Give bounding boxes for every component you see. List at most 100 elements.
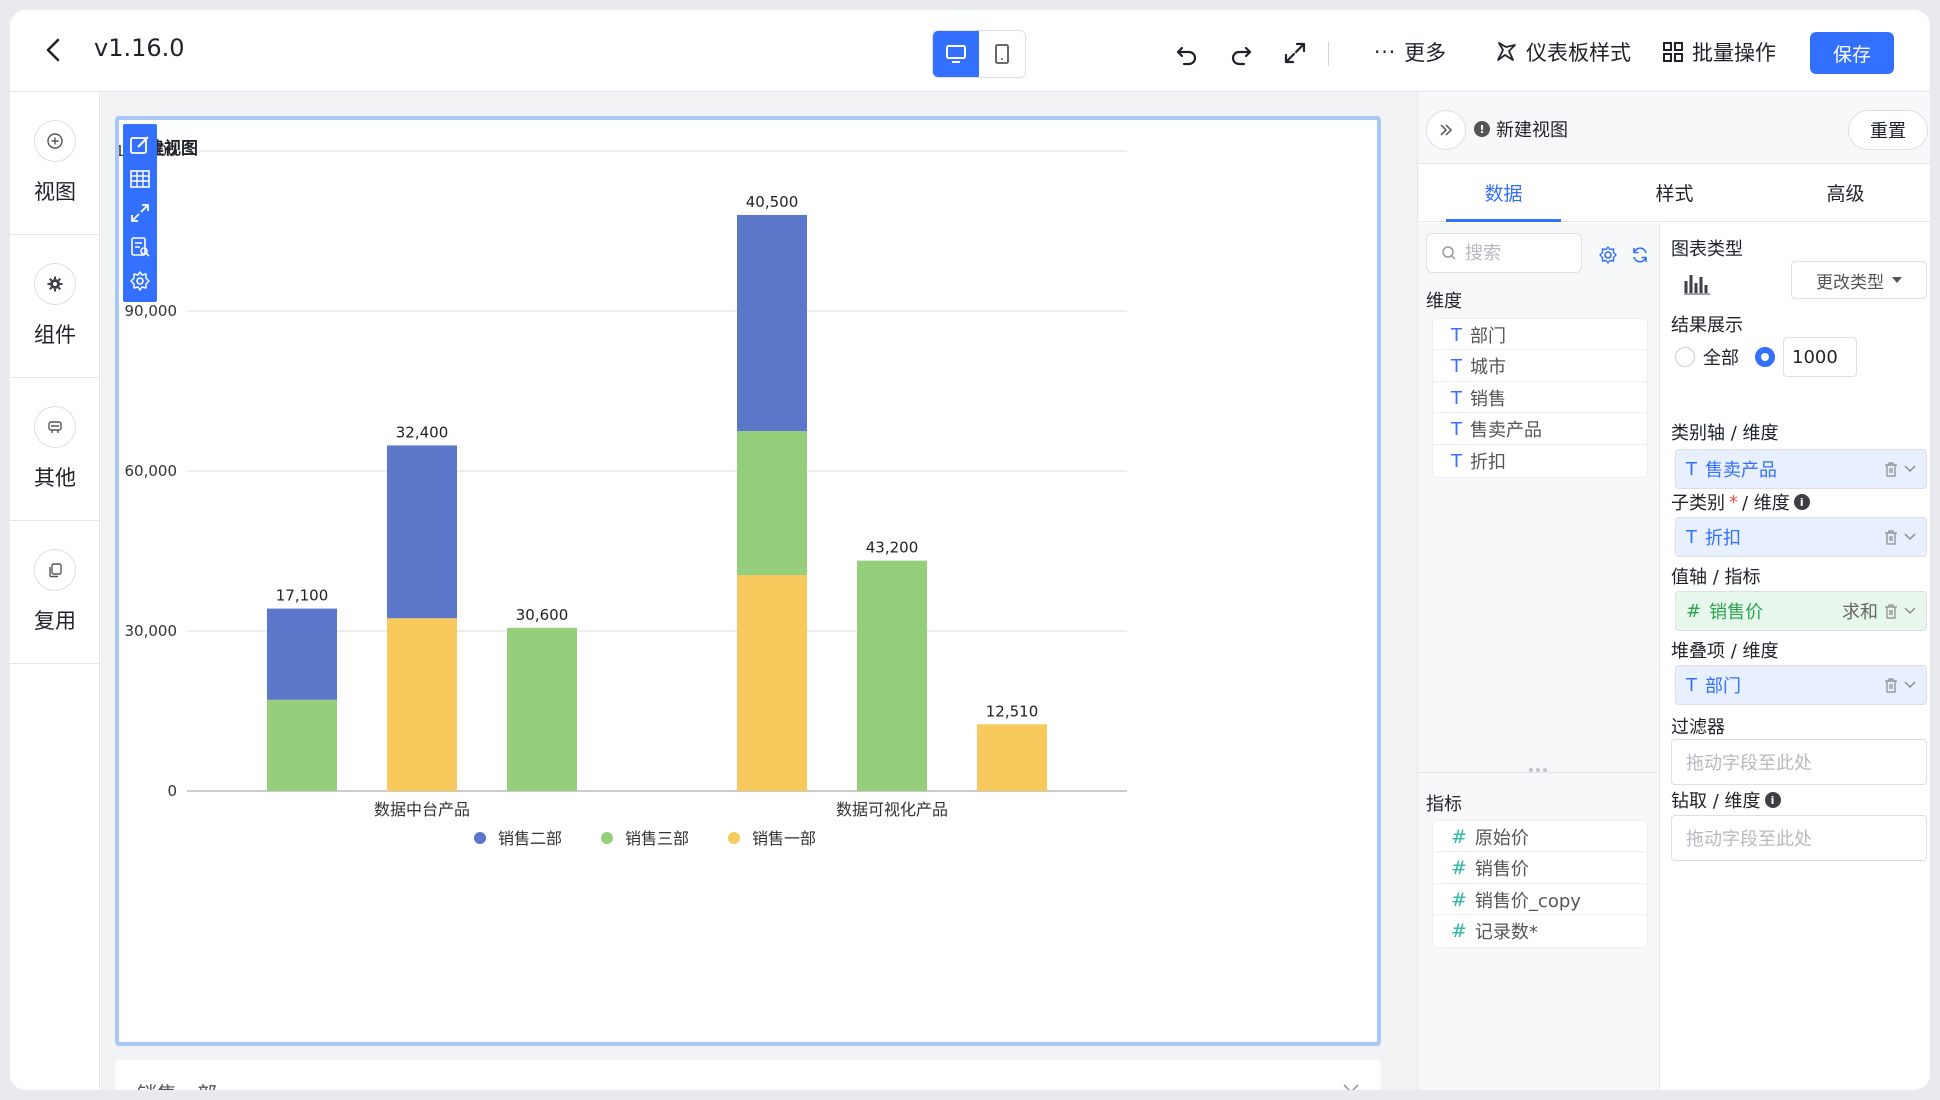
tab-style[interactable]: 样式 [1589,164,1760,221]
metric-field[interactable]: # 销售价 [1432,851,1648,885]
dimension-field[interactable]: T 城市 [1432,349,1648,383]
rail-label-reuse: 复用 [34,609,76,633]
tab-data[interactable]: 数据 [1418,164,1589,222]
bar-segment [737,215,807,431]
x-tick-label: 数据可视化产品 [836,800,948,819]
category-axis-field[interactable]: T 售卖产品 [1675,449,1927,489]
category-axis-heading: 类别轴 / 维度 [1671,423,1779,444]
rail-item-view[interactable]: 视图 [10,92,100,235]
legend-label: 销售一部 [752,829,816,848]
chart-config: 图表类型 更改类型 结果展示 全部 类别轴 / 维度 T 售卖产品 [1661,223,1930,1090]
desktop-view-button[interactable] [933,31,979,77]
rail-item-other[interactable]: 其他 [10,378,100,521]
drill-label: 钻取 / 维度 [1671,791,1761,812]
result-all-radio[interactable] [1675,347,1695,367]
dimension-field[interactable]: T 售卖产品 [1432,412,1648,446]
chevron-down-icon[interactable] [1904,681,1916,689]
undo-icon[interactable] [1174,40,1200,66]
settings-icon[interactable] [127,268,153,294]
field-label: 销售 [1470,389,1506,410]
field-label: 城市 [1470,357,1506,378]
legend-swatch [728,832,740,844]
tab-advanced[interactable]: 高级 [1760,164,1930,221]
metric-field[interactable]: # 记录数* [1432,914,1648,948]
info-icon[interactable]: i [1764,792,1781,808]
data-label: 17,100 [276,587,329,605]
edit-icon[interactable] [127,132,153,158]
warning-icon: ! [1474,121,1490,137]
data-label: 43,200 [866,539,919,557]
mobile-view-button[interactable] [979,31,1025,77]
filter-heading: 过滤器 [1671,717,1725,738]
aggregation-label[interactable]: 求和 [1842,598,1878,624]
toolbar-divider [1328,42,1329,66]
trash-icon[interactable] [1884,529,1898,545]
more-button[interactable]: ··· 更多 [1374,36,1446,68]
left-component-rail: 视图 组件 其他 复用 [10,92,100,1090]
filter-dropzone[interactable]: 拖动字段至此处 [1671,739,1927,785]
dimension-field[interactable]: T 销售 [1432,381,1648,415]
drill-heading: 钻取 / 维度 i [1671,787,1781,813]
batch-operation-button[interactable]: 批量操作 [1662,36,1776,68]
trash-icon[interactable] [1884,603,1898,619]
more-label: 更多 [1404,41,1447,65]
view-name-label: 新建视图 [1496,120,1568,141]
change-type-dropdown[interactable]: 更改类型 [1791,261,1927,299]
chevron-down-icon[interactable] [1904,533,1916,541]
info-icon[interactable]: i [1793,494,1810,510]
bar-segment [387,445,457,619]
chart-card[interactable]: 030,00060,00090,000120,00017,10017,10032… [115,116,1381,1046]
y-tick-label: 30,000 [125,622,178,640]
reset-button[interactable]: 重置 [1848,110,1928,150]
result-display-heading: 结果展示 [1671,315,1743,336]
result-limit-input[interactable] [1783,337,1857,377]
fullscreen-icon[interactable] [1282,40,1308,66]
view-config-panel: ! 新建视图 重置 数据 样式 高级 维度 T 部门 T 城市 T 销售 T 售卖产品 … [1417,92,1930,1090]
trash-icon[interactable] [1884,461,1898,477]
subcategory-heading: 子类别 * / 维度 i [1671,489,1810,515]
stacked-bar-type-icon[interactable] [1683,271,1711,295]
view-details-icon[interactable] [127,234,153,260]
bar-segment [737,431,807,575]
expand-icon[interactable] [127,200,153,226]
monitor-icon [946,45,966,63]
value-axis-heading: 值轴 / 指标 [1671,567,1761,588]
next-chart-card[interactable]: 销售一部 [115,1060,1381,1090]
rail-item-reuse[interactable]: 复用 [10,521,100,664]
subcategory-field[interactable]: T 折扣 [1675,517,1927,557]
chevron-down-icon[interactable] [1343,1084,1359,1090]
field-search[interactable] [1426,233,1582,273]
x-tick-label: 数据中台产品 [374,800,470,819]
metrics-heading: 指标 [1426,794,1462,815]
metric-field[interactable]: # 原始价 [1432,820,1648,854]
table-icon[interactable] [127,166,153,192]
trash-icon[interactable] [1884,677,1898,693]
drill-dropzone[interactable]: 拖动字段至此处 [1671,815,1927,861]
refresh-icon[interactable] [1630,245,1650,265]
rail-label-view: 视图 [34,180,76,204]
result-limit-radio[interactable] [1755,347,1775,367]
save-button[interactable]: 保存 [1810,32,1894,74]
dimension-field[interactable]: T 部门 [1432,318,1648,352]
value-axis-field[interactable]: # 销售价 求和 [1675,591,1927,631]
field-settings-icon[interactable] [1598,245,1618,265]
dashboard-style-button[interactable]: 仪表板样式 [1494,36,1631,68]
plus-circle-icon [34,120,76,162]
stack-field[interactable]: T 部门 [1675,665,1927,705]
back-arrow-icon[interactable] [40,36,68,64]
data-label: 40,500 [746,193,799,211]
rail-item-component[interactable]: 组件 [10,235,100,378]
chevron-down-icon[interactable] [1904,465,1916,473]
search-input[interactable] [1465,242,1565,264]
result-all-label: 全部 [1703,348,1739,369]
fields-divider [1418,772,1660,773]
legend-label: 销售三部 [625,829,689,848]
metric-field[interactable]: # 销售价_copy [1432,883,1648,917]
dashboard-canvas: 030,00060,00090,000120,00017,10017,10032… [101,92,1417,1090]
stack-heading: 堆叠项 / 维度 [1671,641,1779,662]
collapse-panel-button[interactable] [1426,110,1466,150]
resize-handle[interactable] [1526,768,1550,774]
dimension-field[interactable]: T 折扣 [1432,444,1648,478]
chevron-down-icon[interactable] [1904,607,1916,615]
redo-icon[interactable] [1228,40,1254,66]
